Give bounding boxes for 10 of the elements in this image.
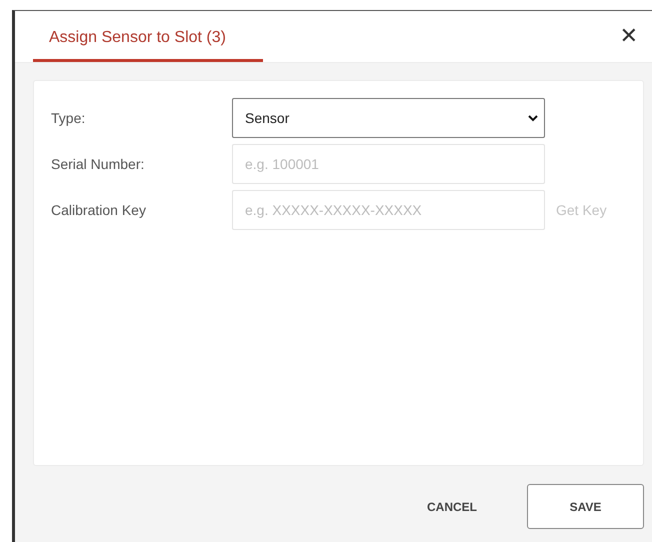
field-label: Type:: [51, 110, 86, 126]
save-button[interactable]: SAVE: [527, 484, 644, 529]
type-select[interactable]: Sensor: [232, 98, 545, 138]
input-field[interactable]: e.g. XXXXX-XXXXX-XXXXX: [232, 190, 545, 230]
dialog-title-tab[interactable]: Assign Sensor to Slot (3): [33, 29, 263, 62]
field-label: Calibration Key: [51, 202, 147, 218]
input-field[interactable]: e.g. 100001: [232, 144, 545, 184]
chevron-down-icon: [528, 114, 538, 122]
cancel-button[interactable]: CANCEL: [399, 484, 505, 529]
field-label: Serial Number:: [51, 156, 146, 172]
